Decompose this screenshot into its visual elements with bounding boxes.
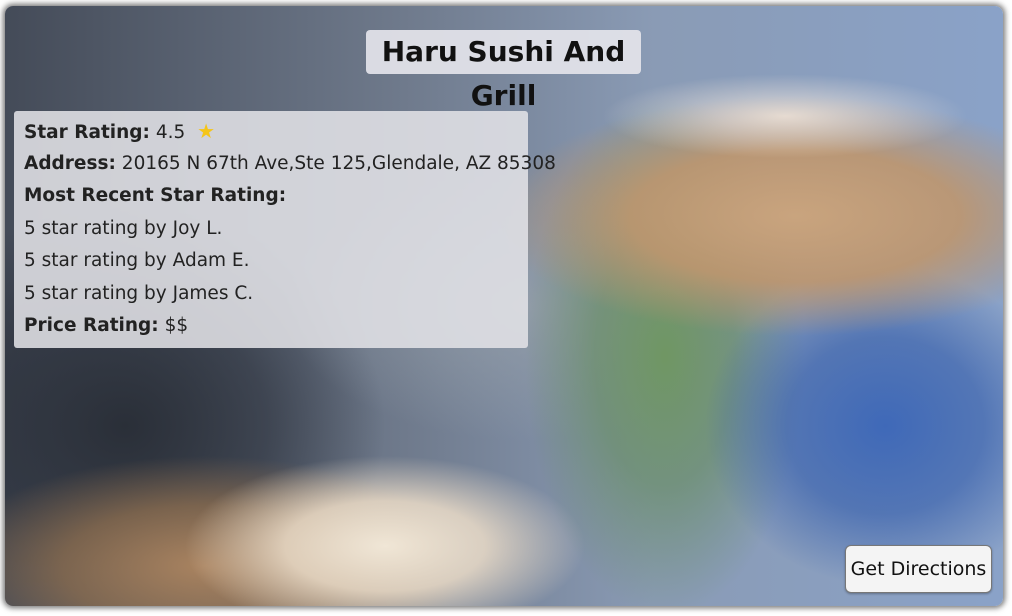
recent-rating-label: Most Recent Star Rating: <box>24 185 287 206</box>
price-rating-row: Price Rating: $$ <box>24 310 518 343</box>
recent-rating-item: 5 star rating by James C. <box>24 282 254 304</box>
star-rating-value: 4.5 <box>155 122 186 143</box>
info-panel: Star Rating: 4.5 ★ Address: 20165 N 67th… <box>14 111 556 348</box>
price-rating-label: Price Rating: <box>24 315 159 336</box>
price-rating-value: $$ <box>164 315 189 336</box>
address-label: Address: <box>24 152 116 174</box>
star-rating-row: Star Rating: 4.5 ★ <box>24 115 518 148</box>
address-value: 20165 N 67th Ave,Ste 125,Glendale, AZ 85… <box>121 152 556 174</box>
restaurant-name: Haru Sushi And Grill <box>366 30 641 112</box>
recent-rating-heading: Most Recent Star Rating: <box>24 180 518 213</box>
recent-rating-item: 5 star rating by Adam E. <box>24 250 250 271</box>
get-directions-button[interactable]: Get Directions <box>845 545 992 593</box>
recent-rating-item: 5 star rating by Joy L. <box>24 217 223 239</box>
address-row: Address: 20165 N 67th Ave,Ste 125,Glenda… <box>24 148 556 181</box>
restaurant-card: Haru Sushi And Grill Star Rating: 4.5 ★ … <box>5 6 1003 606</box>
star-icon: ★ <box>197 119 216 143</box>
star-rating-label: Star Rating: <box>24 122 150 143</box>
